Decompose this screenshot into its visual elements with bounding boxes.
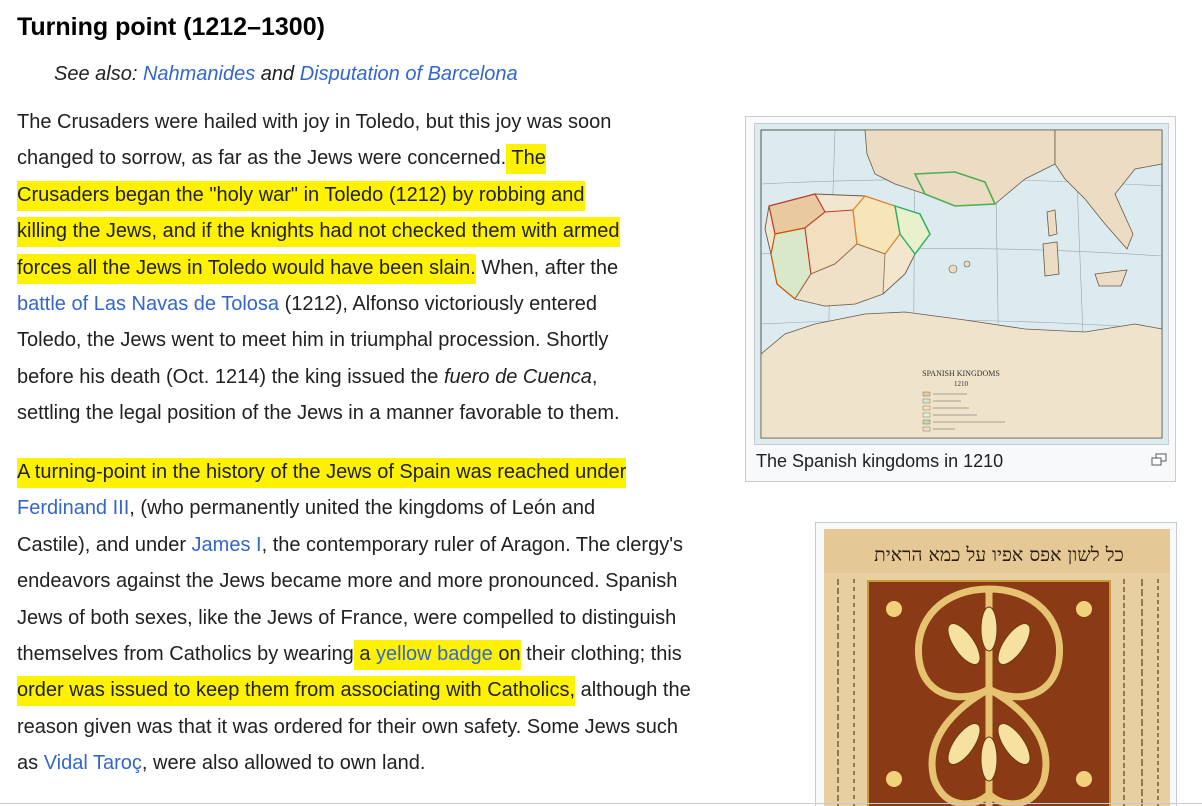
text-line: before his death (Oct. 1214) the king is… [17,359,807,395]
text-span: , the contemporary ruler of Aragon. The … [261,533,684,556]
map-title-label: SPANISH KINGDOMS [922,369,1000,378]
spanish-kingdoms-map-image[interactable]: SPANISH KINGDOMS 1210 [754,123,1169,445]
text-span: themselves from Catholics by wearing [17,642,354,665]
highlighted-text: forces all the Jews in Toledo would have… [17,253,476,284]
text-line: The Crusaders were hailed with joy in To… [17,111,612,133]
bottom-divider [0,803,1202,804]
text-line: battle of Las Navas de Tolosa (1212), Al… [17,286,807,322]
map-year-label: 1210 [954,380,969,388]
text-span: When, after the [475,256,619,279]
text-span: Castile), and under [17,533,192,556]
manuscript-drawing: כל לשון אפס אפיו על כמא הראית [824,529,1170,806]
text-line: settling the legal position of the Jews … [17,402,620,425]
link-battle-of-las-navas-de-tolosa[interactable]: battle of Las Navas de Tolosa [17,293,279,315]
paragraph-turning-point: A turning-point in the history of the Je… [17,454,807,782]
manuscript-figure: כל לשון אפס אפיו על כמא הראית [815,522,1177,806]
text-line: themselves from Catholics by wearing a y… [17,636,807,672]
link-vidal-taroc[interactable]: Vidal Taroç [44,752,142,774]
text-line: Crusaders began the "holy war" in Toledo… [17,177,807,213]
paragraph-crusaders: The Crusaders were hailed with joy in To… [17,104,807,432]
highlighted-text: killing the Jews, and if the knights had… [17,217,620,248]
fuero-de-cuenca-term: fuero de Cuenca [443,365,592,388]
map-caption: The Spanish kingdoms in 1210 [756,451,1004,471]
link-nahmanides[interactable]: Nahmanides [143,63,255,85]
text-span: as [17,752,44,775]
text-line: Castile), and under James I, the contemp… [17,527,807,563]
map-drawing: SPANISH KINGDOMS 1210 [755,124,1168,444]
text-line: as Vidal Taroç, were also allowed to own… [17,745,807,781]
hebrew-text-line: כל לשון אפס אפיו על כמא הראית [874,544,1124,566]
highlighted-text: The [506,144,546,175]
text-line: Toledo, the Jews went to meet him in tri… [17,329,609,352]
link-james-i[interactable]: James I [192,534,262,556]
link-disputation-of-barcelona[interactable]: Disputation of Barcelona [300,63,518,85]
text-span: their clothing; this [520,642,682,665]
text-span: on [492,642,521,665]
text-span: , (who permanently united the kingdoms o… [129,497,596,520]
map-figure: SPANISH KINGDOMS 1210 The Spanish kingdo… [745,116,1176,482]
highlighted-text: Crusaders began the "holy war" in Toledo… [17,180,585,211]
see-also-hatnote: See also: Nahmanides and Disputation of … [54,60,518,88]
text-span: , were also allowed to own land. [141,752,426,775]
highlighted-text: order was issued to keep them from assoc… [17,676,576,707]
text-line: Ferdinand III, (who permanently united t… [17,490,807,526]
text-span: although the [575,679,691,702]
text-line: endeavors against the Jews became more a… [17,570,678,593]
text-line: order was issued to keep them from assoc… [17,672,807,708]
text-line: A turning-point in the history of the Je… [17,454,807,490]
highlighted-text: A turning-point in the history of the Je… [17,458,627,488]
link-ferdinand-iii[interactable]: Ferdinand III [17,497,129,519]
hebrew-manuscript-image[interactable]: כל לשון אפס אפיו על כמא הראית [824,529,1170,806]
text-line: Jews of both sexes, like the Jews of Fra… [17,606,677,629]
hatnote-prefix: See also: [54,63,143,85]
text-line: forces all the Jews in Toledo would have… [17,250,807,286]
enlarge-icon[interactable] [1151,453,1167,467]
text-span: before his death (Oct. 1214) the king is… [17,365,444,388]
text-span: , [591,365,598,388]
link-yellow-badge[interactable]: yellow badge [376,643,493,665]
hatnote-and: and [255,63,300,85]
section-heading: Turning point (1212–1300) [17,13,325,41]
text-line: killing the Jews, and if the knights had… [17,213,807,249]
text-span: changed to sorrow, as far as the Jews we… [17,147,507,170]
text-span: a [353,642,377,665]
text-line: reason given was that it was ordered for… [17,715,679,738]
text-span: (1212), Alfonso victoriously entered [279,292,597,315]
highlighted-text: a yellow badge on [353,639,521,670]
text-line: changed to sorrow, as far as the Jews we… [17,140,807,176]
